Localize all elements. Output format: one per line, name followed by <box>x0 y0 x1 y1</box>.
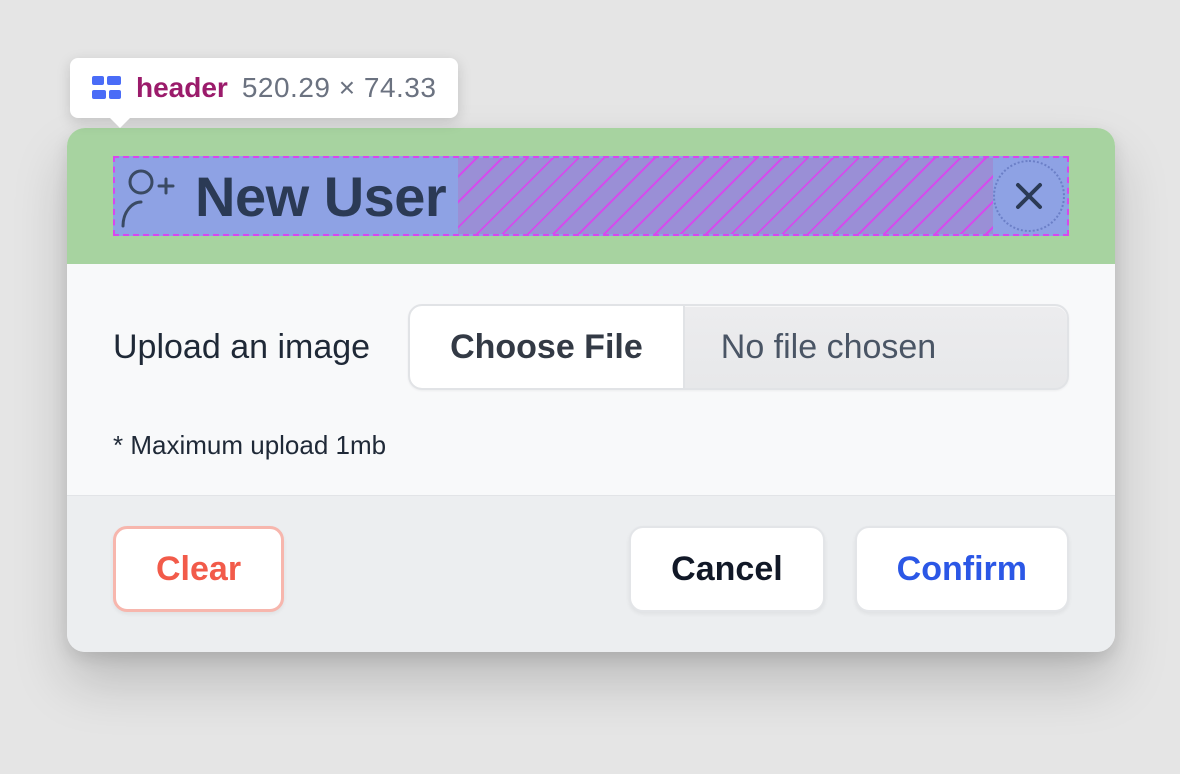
upload-label: Upload an image <box>113 328 370 367</box>
dialog-header-inner: New User <box>113 156 1069 236</box>
new-user-dialog: New User Upload an image Choose File No … <box>67 128 1115 652</box>
file-chosen-status: No file chosen <box>685 306 1067 388</box>
inspector-element-tag: header <box>136 72 228 104</box>
dialog-title: New User <box>195 164 446 229</box>
dialog-title-group: New User <box>115 158 458 234</box>
cancel-button[interactable]: Cancel <box>629 526 825 612</box>
confirm-button[interactable]: Confirm <box>855 526 1069 612</box>
upload-row: Upload an image Choose File No file chos… <box>113 304 1069 390</box>
choose-file-button[interactable]: Choose File <box>410 306 685 388</box>
file-input[interactable]: Choose File No file chosen <box>408 304 1069 390</box>
dialog-header: New User <box>67 128 1115 264</box>
clear-button[interactable]: Clear <box>113 526 284 612</box>
dialog-footer: Clear Cancel Confirm <box>67 496 1115 652</box>
layout-grid-icon <box>92 76 122 100</box>
upload-hint: * Maximum upload 1mb <box>113 430 1069 461</box>
add-user-icon <box>119 164 175 228</box>
devtools-flex-gap-highlight <box>458 158 993 234</box>
inspector-element-dimensions: 520.29 × 74.33 <box>242 72 437 104</box>
close-button[interactable] <box>993 160 1065 232</box>
devtools-inspector-tooltip: header 520.29 × 74.33 <box>70 58 458 118</box>
dialog-body: Upload an image Choose File No file chos… <box>67 264 1115 496</box>
close-icon <box>1014 181 1044 211</box>
